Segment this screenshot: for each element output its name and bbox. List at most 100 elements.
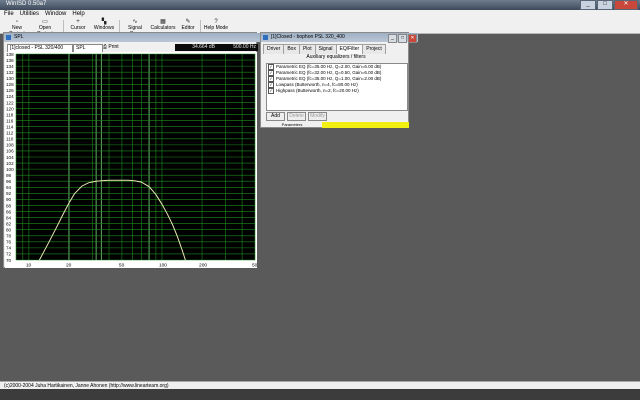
tab-project[interactable]: Project: [362, 44, 386, 54]
close-button[interactable]: ✕: [614, 0, 638, 10]
y-tick-label: 130: [6, 76, 14, 81]
printer-icon: ⎙: [103, 44, 108, 50]
calculators-button[interactable]: ▦ Calculators: [150, 19, 176, 33]
y-tick-label: 94: [6, 185, 12, 190]
list-item[interactable]: ✓ Highpass (Butterworth, n=2, fc=20.00 Hz…: [267, 88, 407, 94]
y-tick-label: 82: [6, 221, 12, 226]
y-tick-label: 84: [6, 215, 12, 220]
cursor-button[interactable]: + Cursor: [68, 19, 88, 33]
filter-label: Parametric EQ (fc=35.00 Hz, Q=2.00, Gain…: [276, 64, 382, 70]
y-tick-label: 76: [6, 240, 12, 245]
y-tick-label: 104: [6, 155, 14, 160]
status-color-bar: [322, 122, 409, 128]
readout-hz: 500.00 Hz: [217, 44, 258, 51]
y-tick-label: 128: [6, 82, 14, 87]
y-tick-label: 116: [6, 118, 14, 123]
tab-signal[interactable]: Signal: [314, 44, 337, 54]
toolbar-separator: [119, 20, 120, 32]
filter-window-title: [1]Closed - bophon PSL 320_400: [271, 34, 345, 40]
y-tick-label: 90: [6, 197, 12, 202]
filter-minimize-button[interactable]: _: [388, 34, 397, 43]
checkbox[interactable]: ✓: [268, 88, 274, 94]
x-tick-label: 50: [119, 263, 125, 269]
filter-subheading: Auxiliary equalizers / filters: [306, 54, 366, 60]
menu-help[interactable]: Help: [72, 10, 84, 18]
tab-driver[interactable]: Driver: [263, 44, 285, 54]
y-tick-label: 86: [6, 209, 12, 214]
y-tick-label: 70: [6, 258, 12, 263]
app-title: WinISD 0.50a7: [6, 1, 47, 7]
spl-chart[interactable]: 1381361341321301281261241221201181161141…: [5, 52, 260, 269]
y-tick-label: 134: [6, 64, 14, 69]
filter-maximize-button[interactable]: □: [398, 34, 407, 43]
filter-list[interactable]: ✓ Parametric EQ (fc=35.00 Hz, Q=2.00, Gai…: [266, 63, 408, 111]
filter-window-titlebar[interactable]: [1]Closed - bophon PSL 320_400 _ □ ✕: [261, 33, 418, 43]
x-tick-label: 20: [66, 263, 72, 269]
filter-buttons: Add Delete Modify: [266, 112, 327, 121]
new-project-button[interactable]: ▫ New Project: [4, 19, 30, 37]
tab-plot[interactable]: Plot: [298, 44, 316, 54]
signal-gen-button[interactable]: ∿ Signal Gen.: [122, 19, 148, 37]
spl-toolbar: [1]closed - PSL 320/400 SPL ⎙ Print 34.6…: [5, 43, 258, 53]
toolbar-separator: [200, 20, 201, 32]
y-tick-label: 96: [6, 179, 12, 184]
y-tick-label: 102: [6, 161, 14, 166]
calculators-label: Calculators: [150, 25, 176, 31]
cursor-label: Cursor: [70, 25, 86, 31]
print-label: Print: [108, 44, 119, 50]
app-title-bar: WinISD 0.50a7 _ □ ✕: [0, 0, 640, 10]
filter-label: Parametric EQ (fc=35.00 Hz, Q=1.00, Gain…: [276, 76, 382, 82]
spl-window: SPL [1]closed - PSL 320/400 SPL ⎙ Print …: [3, 32, 266, 269]
y-tick-label: 122: [6, 100, 14, 105]
y-tick-label: 124: [6, 94, 14, 99]
menu-utilities[interactable]: Utilities: [20, 10, 39, 18]
taskbar: [0, 389, 640, 400]
tab-box[interactable]: Box: [283, 44, 300, 54]
maximize-button[interactable]: □: [597, 0, 613, 10]
y-tick-label: 114: [6, 125, 14, 130]
x-tick-label: 200: [199, 263, 207, 269]
spl-plot[interactable]: 138 136 134 132 130 128 126 124 122 120 118 116 114 1…: [5, 52, 260, 269]
open-project-button[interactable]: ▭ Open Project: [32, 19, 58, 37]
window-icon: [6, 35, 11, 40]
y-tick-label: 112: [6, 131, 14, 136]
filter-window: [1]Closed - bophon PSL 320_400 _ □ ✕ Dri…: [260, 32, 418, 128]
modify-button[interactable]: Modify: [308, 112, 327, 121]
help-mode-label: Help Mode: [203, 25, 229, 31]
y-tick-label: 118: [6, 112, 14, 117]
y-tick-label: 80: [6, 228, 12, 233]
minimize-button[interactable]: _: [580, 0, 596, 10]
spl-window-titlebar[interactable]: SPL: [4, 33, 266, 42]
filter-label: Lowpass (Butterworth, n=4, fc=80.00 Hz): [276, 82, 358, 88]
menu-file[interactable]: File: [4, 10, 14, 18]
x-tick-label: 100: [159, 263, 167, 269]
window-icon: [263, 35, 268, 40]
filter-tabs: Driver Box Plot Signal EQ/Filter Project: [263, 44, 386, 54]
windows-button[interactable]: ▚ Windows: [92, 19, 116, 33]
filter-close-button[interactable]: ✕: [408, 34, 417, 43]
windows-label: Windows: [93, 25, 115, 31]
status-bar: (c)2000-2004 Juha Hartikainen, Janne Aho…: [0, 381, 640, 389]
y-tick-label: 72: [6, 252, 12, 257]
y-tick-label: 100: [6, 167, 14, 172]
y-tick-label: 88: [6, 203, 12, 208]
y-tick-label: 108: [6, 143, 14, 148]
print-button[interactable]: ⎙ Print: [103, 44, 119, 51]
y-tick-label: 132: [6, 70, 14, 75]
filter-label: Parametric EQ (fc=32.00 Hz, Q=0.50, Gain…: [276, 70, 382, 76]
filter-label: Highpass (Butterworth, n=2, fc=20.00 Hz): [276, 88, 359, 94]
editor-button[interactable]: ✎ Editor: [178, 19, 198, 33]
delete-button[interactable]: Delete: [287, 112, 306, 121]
toolbar-separator: [63, 20, 64, 32]
menu-bar: File Utilities Window Help: [0, 10, 640, 18]
tab-eq-filter[interactable]: EQ/Filter: [335, 44, 364, 54]
add-button[interactable]: Add: [266, 112, 285, 121]
menu-window[interactable]: Window: [45, 10, 66, 18]
parameters-label: Parameters: [281, 122, 303, 127]
y-tick-label: 126: [6, 88, 14, 93]
window-controls: _ □ ✕: [580, 0, 638, 10]
y-tick-label: 78: [6, 234, 12, 239]
help-mode-button[interactable]: ? Help Mode: [203, 19, 229, 33]
y-tick-label: 138: [6, 52, 14, 57]
y-tick-label: 74: [6, 246, 12, 251]
